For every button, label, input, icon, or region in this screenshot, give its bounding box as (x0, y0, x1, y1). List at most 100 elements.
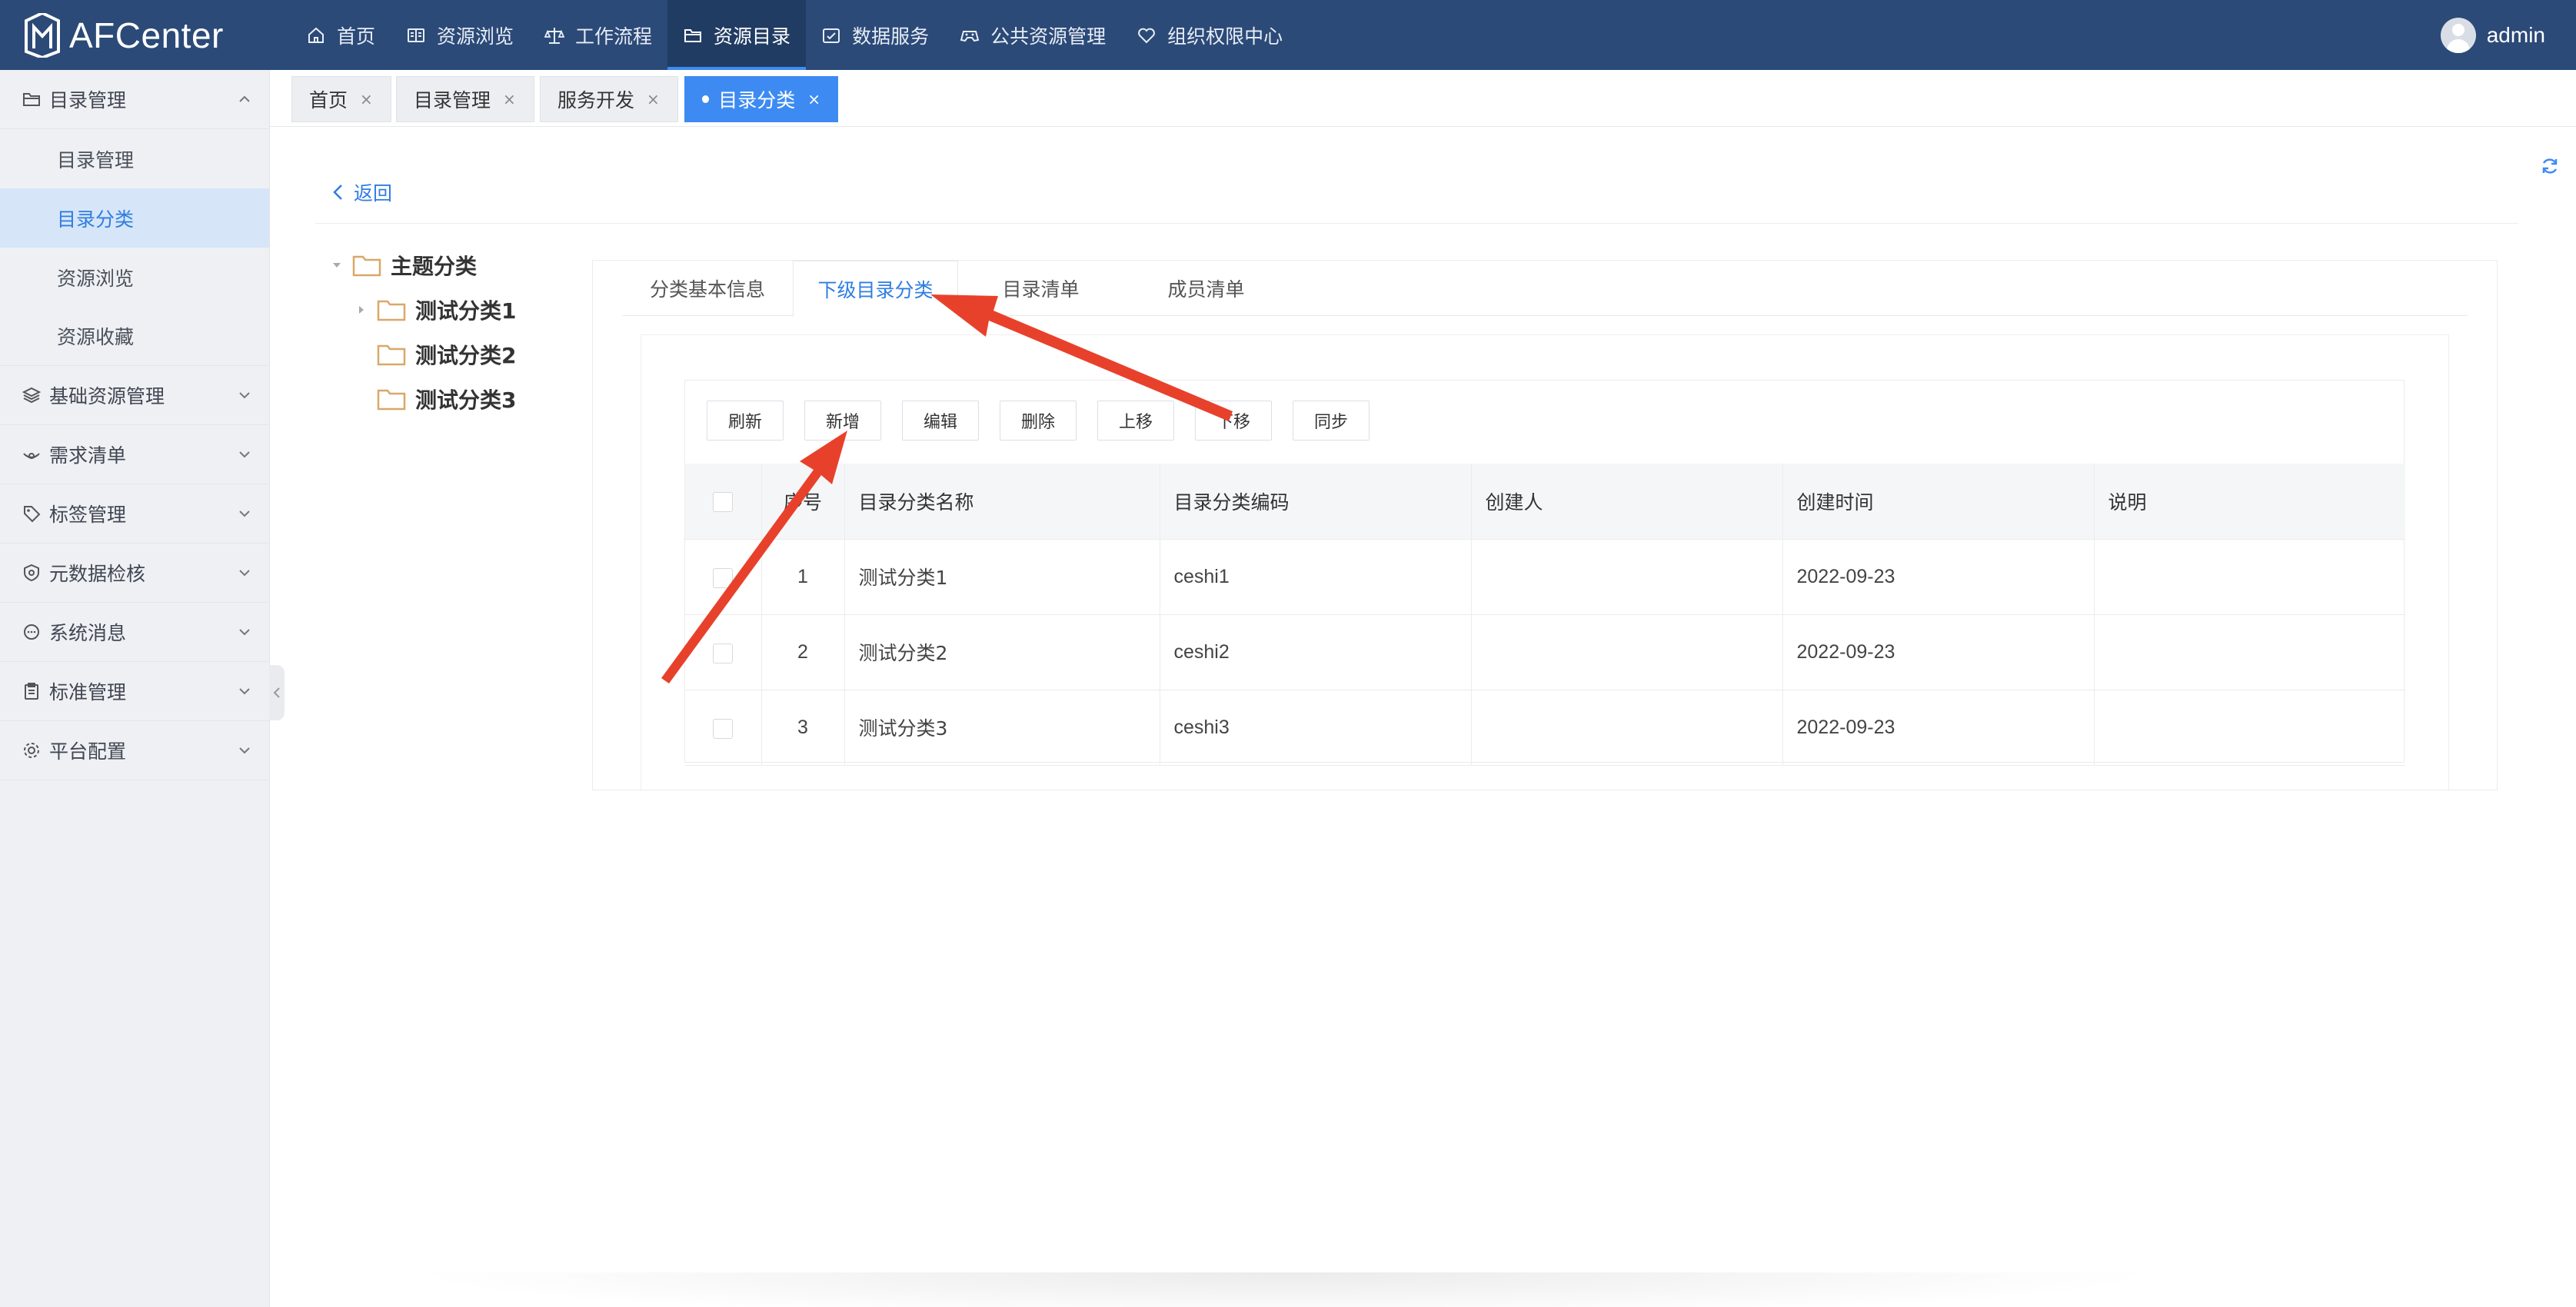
row-checkbox[interactable] (713, 718, 734, 739)
sidebar-group-system-messages[interactable]: 系统消息 (0, 603, 269, 662)
caret-down-icon[interactable] (331, 259, 343, 271)
sidebar-group-basic-resource[interactable]: 基础资源管理 (0, 366, 269, 425)
sync-button[interactable]: 同步 (1293, 401, 1370, 441)
cell-created: 2022-09-23 (1782, 690, 2095, 766)
sidebar-group-label: 标签管理 (49, 504, 127, 526)
close-icon[interactable]: × (647, 90, 660, 108)
nav-resource-catalog-label: 资源目录 (714, 25, 791, 48)
table-row[interactable]: 2 测试分类2 ceshi2 2022-09-23 (685, 614, 2405, 690)
active-dot (702, 95, 710, 103)
caret-placeholder (355, 393, 368, 405)
sidebar: 目录管理 目录管理 目录分类 资源浏览 资源收藏 基础资源管理 需求清单 标签管… (0, 70, 270, 1307)
tree-node-root[interactable]: 主题分类 (331, 250, 477, 281)
chevron-down-icon (239, 510, 250, 517)
page-tab-service-dev[interactable]: 服务开发 × (540, 76, 678, 122)
cell-code: ceshi2 (1160, 614, 1472, 690)
nav-data-service[interactable]: 数据服务 (806, 0, 944, 70)
chevron-down-icon (239, 688, 250, 695)
select-all-checkbox[interactable] (713, 492, 734, 513)
add-button[interactable]: 新增 (804, 401, 881, 441)
cell-creator (1471, 539, 1783, 615)
sidebar-item-catalog-classification[interactable]: 目录分类 (0, 188, 269, 248)
cell-name: 测试分类3 (844, 690, 1160, 766)
move-up-button[interactable]: 上移 (1097, 401, 1174, 441)
page-tab-catalog-management[interactable]: 目录管理 × (396, 76, 534, 122)
detail-panel: 分类基本信息 下级目录分类 目录清单 成员清单 刷新 新增 编辑 删除 上移 下… (592, 260, 2498, 791)
cell-note (2094, 690, 2405, 766)
clipboard-icon (22, 681, 42, 701)
sidebar-group-label: 系统消息 (49, 622, 127, 644)
tab-sub-categories[interactable]: 下级目录分类 (793, 261, 958, 317)
folder-icon (352, 255, 381, 277)
page-tab-label: 目录管理 (414, 89, 491, 111)
sidebar-item-resource-browse[interactable]: 资源浏览 (0, 248, 269, 307)
avatar (2440, 17, 2476, 53)
page-tab-home[interactable]: 首页 × (291, 76, 391, 122)
sidebar-item-resource-favorites[interactable]: 资源收藏 (0, 307, 269, 366)
close-icon[interactable]: × (807, 90, 820, 108)
table-row[interactable]: 3 测试分类3 ceshi3 2022-09-23 (685, 690, 2405, 766)
sidebar-group-standards[interactable]: 标准管理 (0, 662, 269, 721)
tag-icon (22, 504, 42, 524)
browse-icon (406, 25, 426, 45)
sidebar-group-catalog-management[interactable]: 目录管理 (0, 70, 269, 129)
nav-resource-catalog[interactable]: 资源目录 (667, 0, 807, 70)
refresh-icon[interactable] (2540, 156, 2560, 176)
column-header: 创建时间 (1782, 464, 2095, 540)
page-tab-label: 首页 (309, 89, 348, 111)
sidebar-group-metadata-check[interactable]: 元数据检核 (0, 544, 269, 603)
tab-catalog-list[interactable]: 目录清单 (958, 261, 1123, 316)
close-icon[interactable]: × (503, 90, 516, 108)
folder-icon (377, 300, 406, 321)
logo-text: AFCenter (69, 15, 224, 55)
chevron-down-icon (239, 747, 250, 754)
nav-public-resource[interactable]: 公共资源管理 (944, 0, 1121, 70)
row-select-cell[interactable] (685, 539, 762, 615)
cell-creator (1471, 690, 1783, 766)
page-tab-catalog-classification[interactable]: 目录分类 × (684, 76, 838, 122)
refresh-button[interactable]: 刷新 (707, 401, 784, 441)
tab-member-list[interactable]: 成员清单 (1123, 261, 1289, 316)
layers-icon (22, 385, 42, 405)
sidebar-item-catalog-management[interactable]: 目录管理 (0, 129, 269, 188)
move-down-button[interactable]: 下移 (1195, 401, 1272, 441)
edit-button[interactable]: 编辑 (902, 401, 979, 441)
tab-content: 刷新 新增 编辑 删除 上移 下移 同步 序号 目录分类名称 目录分类编码 创建… (641, 334, 2449, 791)
select-all-cell[interactable] (685, 464, 762, 540)
folder-icon (377, 344, 406, 366)
tab-basic-info[interactable]: 分类基本信息 (622, 261, 793, 316)
sidebar-collapse-handle[interactable] (269, 665, 285, 720)
back-link[interactable]: 返回 (331, 178, 392, 206)
row-checkbox[interactable] (713, 643, 734, 663)
tree-node-child[interactable]: 测试分类3 (355, 384, 516, 414)
table-row[interactable]: 1 测试分类1 ceshi1 2022-09-23 (685, 539, 2405, 615)
nav-org-permission[interactable]: 组织权限中心 (1121, 0, 1298, 70)
sidebar-group-tags[interactable]: 标签管理 (0, 484, 269, 544)
caret-right-icon[interactable] (355, 304, 368, 316)
chevron-down-icon (239, 629, 250, 636)
cell-name: 测试分类1 (844, 539, 1160, 615)
delete-button[interactable]: 删除 (1000, 401, 1077, 441)
grid-toolbar: 刷新 新增 编辑 删除 上移 下移 同步 (685, 381, 2404, 464)
nav-resource-browse[interactable]: 资源浏览 (391, 0, 529, 70)
bottom-shadow (400, 1272, 2168, 1307)
caret-placeholder (355, 348, 368, 361)
row-select-cell[interactable] (685, 614, 762, 690)
tree-node-child[interactable]: 测试分类2 (355, 339, 516, 370)
top-navigation-bar: AFCenter 首页 资源浏览 工作流程 资源目录 数据服务 公共资源管理 组… (0, 0, 2576, 70)
chevron-down-icon (239, 570, 250, 577)
column-header: 序号 (761, 464, 845, 540)
nav-workflow[interactable]: 工作流程 (529, 0, 667, 70)
tree-node-child[interactable]: 测试分类1 (355, 294, 516, 325)
row-checkbox[interactable] (713, 567, 734, 588)
app-logo[interactable]: AFCenter (23, 12, 224, 59)
row-select-cell[interactable] (685, 690, 762, 766)
close-icon[interactable]: × (360, 90, 373, 108)
nav-home[interactable]: 首页 (291, 0, 391, 70)
logo-icon (25, 13, 60, 58)
nav-resource-browse-label: 资源浏览 (437, 25, 514, 48)
user-menu[interactable]: admin (2440, 0, 2545, 70)
cell-note (2094, 539, 2405, 615)
sidebar-group-platform-config[interactable]: 平台配置 (0, 721, 269, 780)
sidebar-group-requirements[interactable]: 需求清单 (0, 425, 269, 484)
